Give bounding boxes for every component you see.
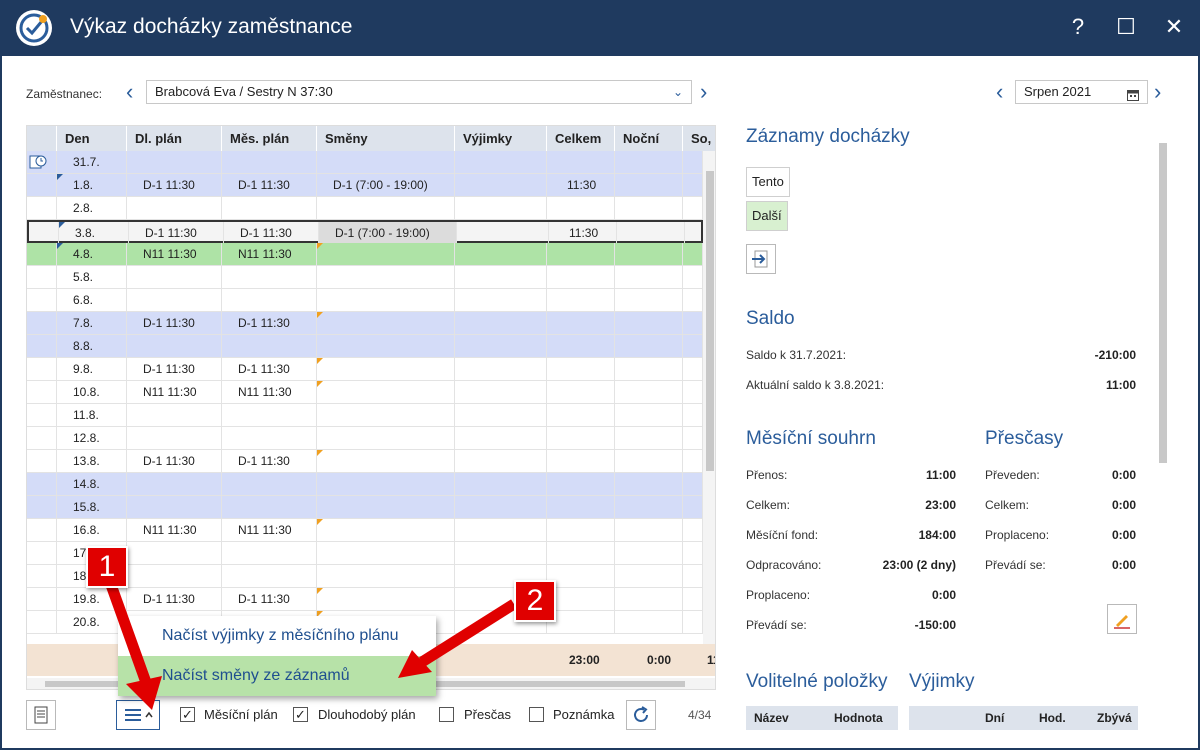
annotation-arrows: [104, 580, 517, 710]
badge-1: 1: [86, 546, 128, 588]
maximize-button[interactable]: ☐: [1112, 12, 1140, 42]
window-body: Zaměstnanec: ‹ Brabcová Eva / Sestry N 3…: [2, 56, 1198, 748]
help-button[interactable]: ?: [1064, 12, 1092, 42]
close-button[interactable]: ✕: [1160, 12, 1188, 42]
badge-2: 2: [514, 580, 556, 622]
window-title: Výkaz docházky zaměstnance: [70, 15, 353, 38]
title-bar: Výkaz docházky zaměstnance ? ☐ ✕: [0, 0, 1200, 56]
app-logo-icon: [16, 10, 52, 46]
